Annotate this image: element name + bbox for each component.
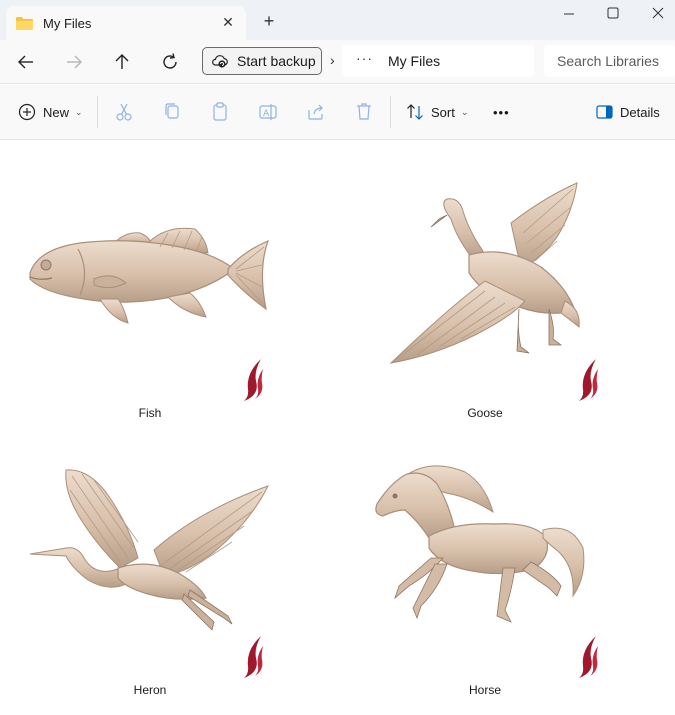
maximize-icon[interactable] [599, 2, 627, 26]
details-label: Details [620, 104, 660, 120]
chevron-down-icon: ⌄ [75, 106, 83, 117]
forward-arrow-icon[interactable] [62, 50, 86, 74]
file-tile-horse[interactable]: Horse [335, 418, 635, 703]
more-options-button[interactable]: ••• [493, 100, 510, 124]
breadcrumb-current-folder[interactable]: My Files [388, 53, 440, 69]
file-grid: Fish Goose Heron Horse [0, 141, 675, 715]
share-icon[interactable] [306, 100, 326, 124]
flame-logo-icon [244, 359, 263, 401]
breadcrumb-separator: › [330, 52, 335, 68]
tab-title: My Files [43, 15, 92, 31]
new-tab-button[interactable]: + [258, 10, 280, 32]
chevron-down-icon: ⌄ [460, 106, 469, 117]
details-pane-icon [596, 105, 613, 119]
sort-label: Sort [431, 104, 455, 120]
start-backup-button[interactable]: Start backup [202, 47, 322, 75]
file-tile-goose[interactable]: Goose [335, 141, 635, 426]
command-bar: New ⌄ A Sort ⌄ ••• Details [0, 85, 675, 140]
delete-icon[interactable] [354, 100, 374, 124]
file-name-heron: Heron [133, 683, 167, 697]
refresh-icon[interactable] [158, 50, 182, 74]
flame-logo-icon [579, 359, 598, 401]
divider [97, 96, 98, 128]
start-backup-label: Start backup [237, 53, 316, 69]
search-placeholder: Search Libraries [557, 53, 659, 69]
tab-close-button[interactable]: ✕ [220, 14, 236, 30]
svg-text:A: A [263, 109, 270, 119]
rename-icon[interactable]: A [258, 100, 278, 124]
search-input[interactable]: Search Libraries [544, 45, 675, 77]
close-window-icon[interactable] [644, 2, 672, 26]
file-name-horse: Horse [468, 683, 501, 697]
paste-icon[interactable] [210, 100, 230, 124]
minimize-icon[interactable] [555, 2, 583, 26]
sort-button[interactable]: Sort ⌄ [406, 100, 468, 124]
up-arrow-icon[interactable] [110, 50, 134, 74]
title-bar: My Files ✕ + [0, 0, 675, 40]
sort-icon [407, 104, 423, 120]
details-button[interactable]: Details [596, 100, 660, 124]
new-button[interactable]: New ⌄ [18, 100, 83, 124]
file-tile-fish[interactable]: Fish [0, 141, 300, 426]
copy-icon[interactable] [162, 100, 182, 124]
tab-my-files[interactable]: My Files ✕ [6, 6, 246, 40]
cut-icon[interactable] [114, 100, 134, 124]
back-arrow-icon[interactable] [14, 50, 38, 74]
address-bar: Start backup › ··· My Files Search Libra… [0, 40, 675, 84]
flame-logo-icon [579, 636, 598, 678]
divider [390, 96, 391, 128]
file-tile-heron[interactable]: Heron [0, 418, 300, 703]
breadcrumb-more-button[interactable]: ··· [356, 50, 373, 66]
plus-circle-icon [18, 103, 36, 121]
new-label: New [43, 104, 70, 120]
folder-icon [16, 16, 33, 30]
cloud-backup-icon [212, 55, 228, 68]
flame-logo-icon [244, 636, 263, 678]
